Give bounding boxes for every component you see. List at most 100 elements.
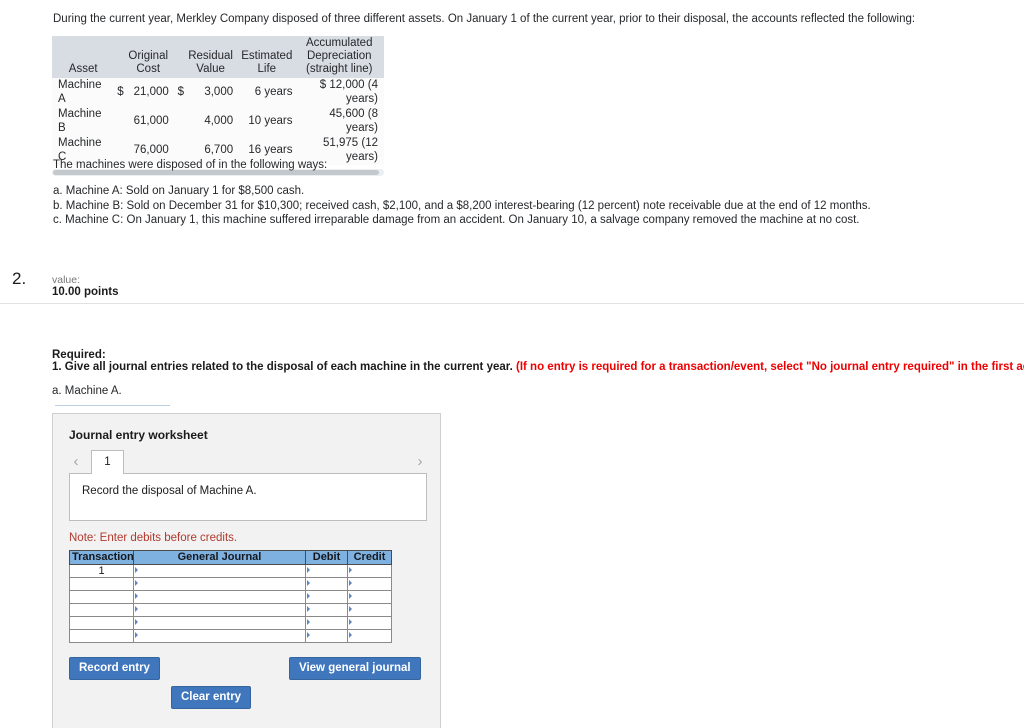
- journal-header-row: Transaction General Journal Debit Credit: [69, 550, 392, 565]
- table-row: [69, 629, 392, 643]
- journal-cell-debit[interactable]: [305, 603, 348, 617]
- journal-table-body: 1: [69, 564, 392, 643]
- journal-cell-general-journal[interactable]: [133, 590, 306, 604]
- asset-table-body: Machine A $ 21,000 $ 3,000 6 years $ 12,…: [52, 78, 384, 165]
- col-header-residual-line1: Residual: [188, 50, 233, 62]
- table-row: Machine A $ 21,000 $ 3,000 6 years $ 12,…: [52, 78, 384, 107]
- journal-entry-table: Transaction General Journal Debit Credit…: [69, 550, 392, 643]
- list-item: c. Machine C: On January 1, this machine…: [53, 214, 860, 226]
- table-row: 1: [69, 564, 392, 578]
- list-item: a. Machine A: Sold on January 1 for $8,5…: [53, 185, 305, 197]
- journal-cell-general-journal[interactable]: [133, 629, 306, 643]
- asset-table-header-row: Asset Original Cost Residual Value Estim…: [52, 36, 384, 78]
- table-row: Machine B 61,000 4,000 10 years 45,600 (…: [52, 107, 384, 136]
- table-row: [69, 590, 392, 604]
- journal-cell-general-journal[interactable]: [133, 564, 306, 578]
- table-row: [69, 616, 392, 630]
- col-header-asset: Asset: [52, 36, 113, 78]
- journal-cell-credit[interactable]: [347, 603, 392, 617]
- journal-cell-credit[interactable]: [347, 564, 392, 578]
- col-header-accum-line1: Accumulated: [305, 37, 373, 49]
- required-label: Required:: [52, 349, 106, 361]
- cell-accum-symbol: $: [319, 79, 327, 91]
- journal-cell-transaction[interactable]: 1: [69, 564, 134, 578]
- journal-cell-transaction[interactable]: [69, 616, 134, 630]
- cell-accum-value: 12,000 (4 years): [329, 79, 378, 105]
- col-header-accumulated-depreciation: Accumulated Depreciation (straight line): [296, 36, 384, 78]
- cell-asset: Machine B: [52, 107, 113, 136]
- cell-estimated-life: 10 years: [237, 107, 297, 136]
- col-header-estimated-life: Estimated Life: [237, 36, 297, 78]
- question-value-label: value:: [52, 274, 81, 286]
- journal-cell-transaction[interactable]: [69, 603, 134, 617]
- cell-residual-value: 3,000: [184, 78, 238, 107]
- journal-cell-transaction[interactable]: [69, 590, 134, 604]
- col-header-original-cost: Original Cost: [123, 36, 173, 78]
- disposal-heading: The machines were disposed of in the fol…: [53, 159, 328, 171]
- journal-col-header-transaction: Transaction: [69, 550, 134, 565]
- required-instruction: 1. Give all journal entries related to t…: [52, 361, 1024, 373]
- journal-cell-credit[interactable]: [347, 616, 392, 630]
- cell-accumulated-depreciation: 45,600 (8 years): [296, 107, 384, 136]
- col-header-accum-line2: Depreciation: [306, 50, 372, 62]
- cell-cost-symbol: [112, 107, 124, 136]
- journal-cell-general-journal[interactable]: [133, 577, 306, 591]
- col-header-original-cost-line2: Cost: [136, 63, 161, 75]
- record-entry-button[interactable]: Record entry: [69, 657, 160, 680]
- col-header-residual-symbol: [172, 36, 185, 78]
- chevron-left-icon[interactable]: ‹: [69, 452, 83, 472]
- disposal-list: a. Machine A: Sold on January 1 for $8,5…: [53, 184, 871, 228]
- journal-cell-debit[interactable]: [305, 564, 348, 578]
- journal-cell-credit[interactable]: [347, 577, 392, 591]
- journal-col-header-debit: Debit: [305, 550, 348, 565]
- journal-cell-general-journal[interactable]: [133, 616, 306, 630]
- table-row: [69, 577, 392, 591]
- debits-before-credits-note: Note: Enter debits before credits.: [69, 532, 238, 544]
- col-header-accum-line3: (straight line): [305, 63, 373, 75]
- col-header-life-line2: Life: [257, 63, 277, 75]
- asset-table: Asset Original Cost Residual Value Estim…: [52, 36, 384, 165]
- question-number: 2.: [12, 269, 27, 288]
- journal-cell-general-journal[interactable]: [133, 603, 306, 617]
- chevron-right-icon[interactable]: ›: [413, 452, 427, 472]
- part-a-rule: [55, 405, 170, 406]
- journal-col-header-credit: Credit: [347, 550, 392, 565]
- required-instruction-black: 1. Give all journal entries related to t…: [52, 361, 513, 373]
- question-points: 10.00 points: [52, 286, 119, 298]
- cell-cost-symbol: $: [112, 78, 124, 107]
- journal-cell-transaction[interactable]: [69, 629, 134, 643]
- journal-cell-transaction[interactable]: [69, 577, 134, 591]
- cell-original-cost: 61,000: [123, 107, 173, 136]
- asset-table-head: Asset Original Cost Residual Value Estim…: [52, 36, 384, 78]
- asset-accounts-table: Asset Original Cost Residual Value Estim…: [52, 36, 384, 176]
- col-header-cost-symbol: [112, 36, 124, 78]
- col-header-residual-value: Residual Value: [184, 36, 238, 78]
- worksheet-description-box: Record the disposal of Machine A.: [69, 474, 427, 521]
- cell-original-cost: 21,000: [123, 78, 173, 107]
- clear-entry-button[interactable]: Clear entry: [171, 686, 252, 709]
- cell-residual-symbol: $: [172, 78, 185, 107]
- journal-table-head: Transaction General Journal Debit Credit: [69, 550, 392, 565]
- journal-cell-debit[interactable]: [305, 629, 348, 643]
- cell-accumulated-depreciation: $ 12,000 (4 years): [296, 78, 384, 107]
- journal-cell-debit[interactable]: [305, 616, 348, 630]
- journal-cell-credit[interactable]: [347, 629, 392, 643]
- journal-cell-debit[interactable]: [305, 590, 348, 604]
- cell-estimated-life: 6 years: [237, 78, 297, 107]
- worksheet-tab-strip: ‹ › 1: [69, 450, 427, 475]
- cell-residual-symbol: [172, 107, 185, 136]
- journal-entry-worksheet-panel: Journal entry worksheet ‹ › 1 Record the…: [52, 413, 441, 728]
- list-item: b. Machine B: Sold on December 31 for $1…: [53, 199, 871, 212]
- journal-cell-debit[interactable]: [305, 577, 348, 591]
- col-header-original-cost-line1: Original: [128, 50, 169, 62]
- worksheet-description-text: Record the disposal of Machine A.: [82, 485, 257, 497]
- intro-paragraph: During the current year, Merkley Company…: [53, 13, 916, 25]
- section-divider: [0, 303, 1024, 304]
- col-header-life-line1: Estimated: [241, 50, 293, 62]
- journal-col-header-general-journal: General Journal: [133, 550, 306, 565]
- tab-worksheet-1[interactable]: 1: [91, 450, 124, 474]
- view-general-journal-button[interactable]: View general journal: [289, 657, 421, 680]
- journal-worksheet-title: Journal entry worksheet: [69, 428, 208, 442]
- journal-cell-credit[interactable]: [347, 590, 392, 604]
- cell-residual-value: 4,000: [184, 107, 238, 136]
